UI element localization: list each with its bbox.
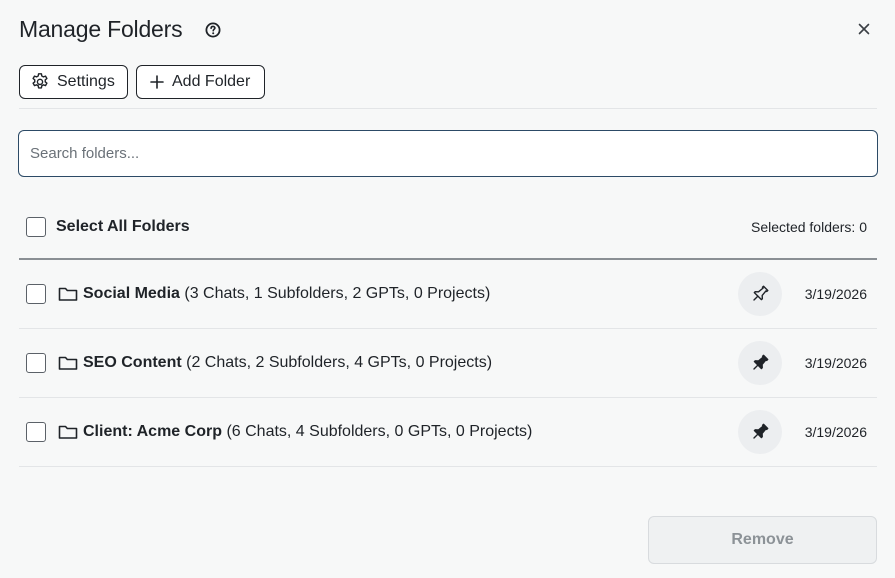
select-all-label: Select All Folders xyxy=(56,218,190,235)
pin-button[interactable] xyxy=(738,272,782,316)
manage-folders-dialog: Manage Folders Settings Add Folder Selec… xyxy=(0,0,895,578)
folder-details: (6 Chats, 4 Subfolders, 0 GPTs, 0 Projec… xyxy=(226,423,533,440)
folder-row[interactable]: Social Media (3 Chats, 1 Subfolders, 2 G… xyxy=(19,260,877,329)
settings-button[interactable]: Settings xyxy=(19,65,128,99)
folder-details: (3 Chats, 1 Subfolders, 2 GPTs, 0 Projec… xyxy=(184,285,491,302)
close-button[interactable] xyxy=(853,18,875,40)
folder-icon xyxy=(58,287,78,301)
folder-name: SEO Content xyxy=(83,354,182,371)
selected-folders-count: Selected folders: 0 xyxy=(751,219,867,235)
header-divider xyxy=(19,108,877,109)
pin-filled-icon xyxy=(753,423,769,439)
dialog-title: Manage Folders xyxy=(19,16,183,42)
select-all-row: Select All Folders xyxy=(26,217,190,237)
search-input[interactable] xyxy=(18,130,878,177)
plus-icon xyxy=(150,75,164,89)
folder-label: SEO Content (2 Chats, 2 Subfolders, 4 GP… xyxy=(83,354,492,372)
folder-row[interactable]: SEO Content (2 Chats, 2 Subfolders, 4 GP… xyxy=(19,329,877,398)
folder-row[interactable]: Client: Acme Corp (6 Chats, 4 Subfolders… xyxy=(19,398,877,467)
select-all-checkbox[interactable] xyxy=(26,217,46,237)
pin-button[interactable] xyxy=(738,410,782,454)
pin-filled-icon xyxy=(753,354,769,370)
pin-outline-icon xyxy=(753,285,769,301)
folder-icon xyxy=(58,425,78,439)
remove-button[interactable]: Remove xyxy=(648,516,877,564)
folder-name: Social Media xyxy=(83,285,180,302)
folder-date: 3/19/2026 xyxy=(804,355,867,371)
gear-icon xyxy=(32,73,48,89)
folder-checkbox[interactable] xyxy=(26,422,46,442)
pin-button[interactable] xyxy=(738,341,782,385)
folder-label: Client: Acme Corp (6 Chats, 4 Subfolders… xyxy=(83,423,532,441)
folder-label: Social Media (3 Chats, 1 Subfolders, 2 G… xyxy=(83,285,490,303)
folder-date: 3/19/2026 xyxy=(804,424,867,440)
folder-list: Social Media (3 Chats, 1 Subfolders, 2 G… xyxy=(19,260,877,467)
folder-icon xyxy=(58,356,78,370)
question-circle-icon[interactable] xyxy=(205,22,221,38)
folder-date: 3/19/2026 xyxy=(804,286,867,302)
folder-name: Client: Acme Corp xyxy=(83,423,222,440)
add-folder-button[interactable]: Add Folder xyxy=(136,65,265,99)
folder-details: (2 Chats, 2 Subfolders, 4 GPTs, 0 Projec… xyxy=(186,354,493,371)
folder-checkbox[interactable] xyxy=(26,353,46,373)
folder-checkbox[interactable] xyxy=(26,284,46,304)
close-icon xyxy=(858,23,870,35)
add-folder-label: Add Folder xyxy=(172,73,251,90)
settings-label: Settings xyxy=(57,73,115,90)
